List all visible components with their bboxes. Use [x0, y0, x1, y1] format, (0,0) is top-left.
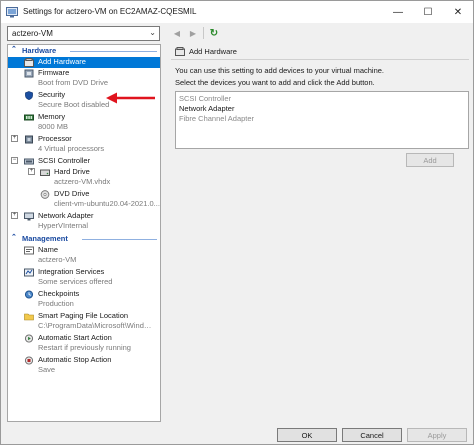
scsi-controller-icon	[24, 158, 34, 165]
annotation-arrow-icon	[106, 92, 155, 104]
tree-item-smart-paging[interactable]: Smart Paging File Location C:\ProgramDat…	[8, 311, 160, 333]
shield-icon	[25, 91, 33, 100]
device-option-network-adapter[interactable]: Network Adapter	[178, 104, 466, 114]
hard-drive-icon	[40, 169, 50, 176]
apply-button[interactable]: Apply	[407, 428, 467, 442]
expand-icon[interactable]: +	[11, 135, 18, 142]
toolbar-divider	[203, 27, 204, 39]
processor-icon	[25, 135, 33, 144]
firmware-icon	[24, 69, 34, 78]
tree-item-checkpoints[interactable]: Checkpoints Production	[8, 289, 160, 311]
section-divider	[82, 239, 157, 240]
expand-icon[interactable]: +	[11, 212, 18, 219]
tree-item-name[interactable]: Name actzero-VM	[8, 245, 160, 267]
collapse-icon[interactable]: ⌃	[11, 233, 17, 241]
ok-button[interactable]: OK	[277, 428, 337, 442]
panel-title: Add Hardware	[189, 47, 237, 56]
refresh-icon[interactable]: ↻	[208, 27, 220, 39]
panel-instructions-2: Select the devices you want to add and c…	[175, 78, 375, 87]
device-option-fibre-channel-adapter[interactable]: Fibre Channel Adapter	[178, 114, 466, 124]
add-button[interactable]: Add	[406, 153, 454, 167]
maximize-button[interactable]: ☐	[411, 1, 445, 23]
checkpoints-icon	[24, 290, 34, 299]
tree-item-integration-services[interactable]: Integration Services Some services offer…	[8, 267, 160, 289]
navigation-toolbar: ◀ ▶ ↻	[171, 27, 220, 39]
add-hardware-icon	[175, 47, 185, 56]
expand-icon[interactable]: +	[28, 168, 35, 175]
hardware-section-header[interactable]: ⌃ Hardware	[8, 46, 160, 57]
minimize-button[interactable]: —	[381, 1, 415, 23]
tree-item-auto-stop[interactable]: Automatic Stop Action Save	[8, 355, 160, 377]
collapse-icon[interactable]: ⌃	[11, 45, 17, 53]
window-title: Settings for actzero-VM on EC2AMAZ-CQESM…	[23, 7, 197, 16]
tree-item-auto-start[interactable]: Automatic Start Action Restart if previo…	[8, 333, 160, 355]
dvd-drive-icon	[40, 190, 50, 199]
management-section-header[interactable]: ⌃ Management	[8, 234, 160, 245]
add-hardware-icon	[24, 58, 34, 67]
tree-item-network-adapter[interactable]: + Network Adapter HyperVInternal	[8, 211, 160, 233]
panel-divider	[171, 59, 469, 60]
device-list[interactable]: SCSI Controller Network Adapter Fibre Ch…	[175, 91, 469, 149]
settings-window: Settings for actzero-VM on EC2AMAZ-CQESM…	[0, 0, 474, 445]
settings-app-icon	[6, 7, 18, 18]
auto-start-icon	[24, 334, 34, 343]
forward-icon[interactable]: ▶	[187, 27, 199, 39]
tree-item-hard-drive[interactable]: + Hard Drive actzero-VM.vhdx	[8, 167, 160, 189]
cancel-button[interactable]: Cancel	[342, 428, 402, 442]
auto-stop-icon	[24, 356, 34, 365]
tree-item-add-hardware[interactable]: Add Hardware	[8, 57, 160, 68]
title-bar: Settings for actzero-VM on EC2AMAZ-CQESM…	[1, 1, 473, 23]
tree-item-memory[interactable]: Memory 8000 MB	[8, 112, 160, 134]
name-icon	[24, 246, 34, 255]
collapse-tree-icon[interactable]: −	[11, 157, 18, 164]
tree-item-processor[interactable]: + Processor 4 Virtual processors	[8, 134, 160, 156]
smart-paging-icon	[24, 313, 34, 321]
vm-selector-value: actzero-VM	[12, 29, 53, 38]
panel-header: Add Hardware	[171, 46, 469, 58]
network-adapter-icon	[24, 212, 34, 221]
chevron-down-icon: ⌄	[149, 28, 156, 37]
integration-services-icon	[24, 268, 34, 277]
tree-item-scsi-controller[interactable]: − SCSI Controller	[8, 156, 160, 167]
dialog-footer	[1, 424, 473, 444]
close-button[interactable]: ✕	[441, 1, 474, 23]
panel-instructions-1: You can use this setting to add devices …	[175, 66, 385, 75]
vm-selector[interactable]: actzero-VM ⌄	[7, 26, 160, 41]
section-divider	[70, 51, 157, 52]
tree-item-dvd-drive[interactable]: DVD Drive client-vm-ubuntu20.04-2021.0..…	[8, 189, 160, 211]
memory-icon	[24, 114, 34, 121]
back-icon[interactable]: ◀	[171, 27, 183, 39]
device-option-scsi-controller[interactable]: SCSI Controller	[178, 94, 466, 104]
tree-item-firmware[interactable]: Firmware Boot from DVD Drive	[8, 68, 160, 90]
